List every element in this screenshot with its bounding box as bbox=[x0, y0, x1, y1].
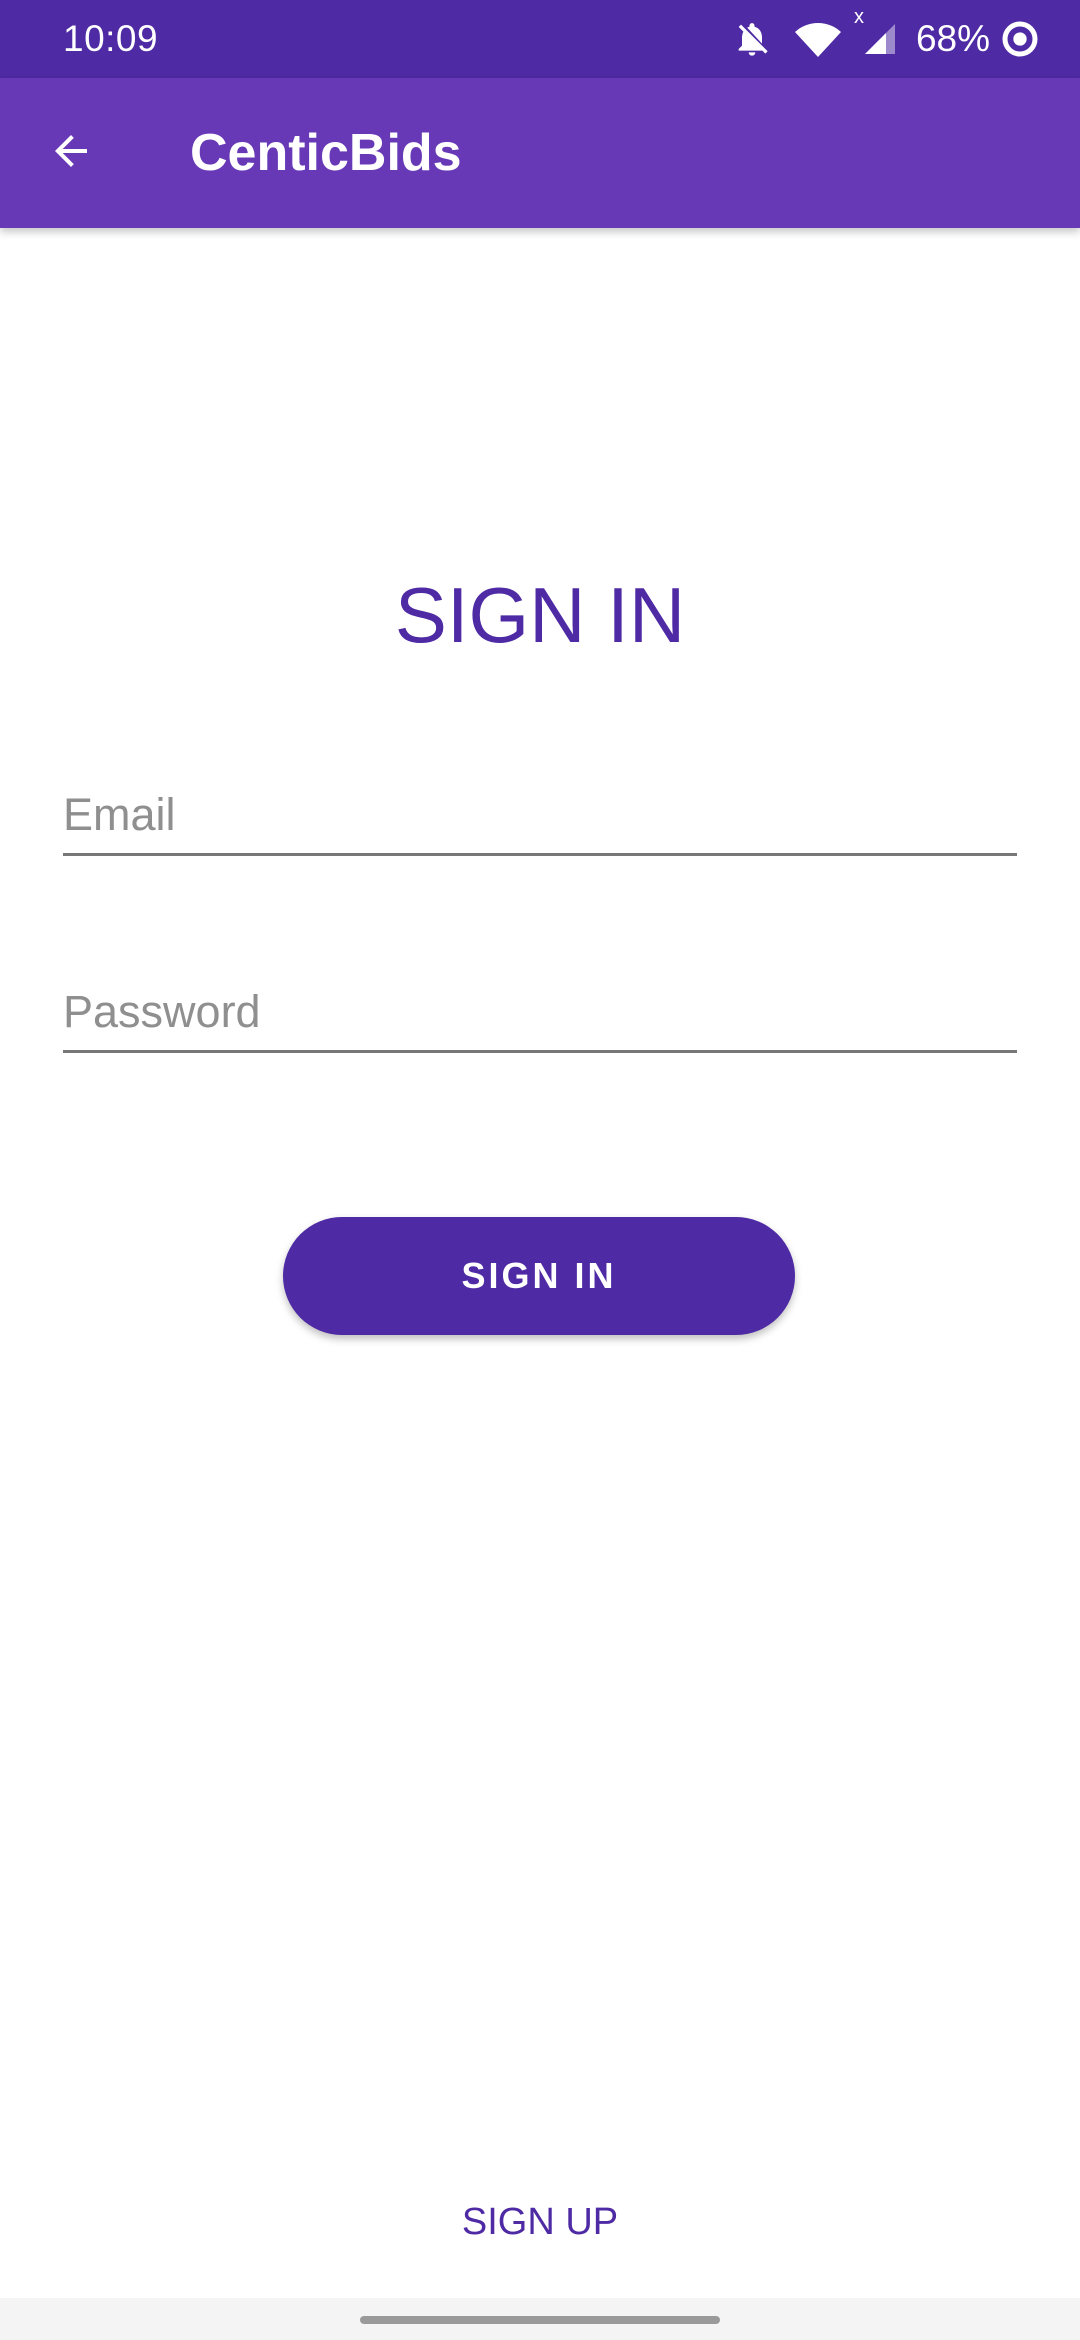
home-gesture-handle[interactable] bbox=[360, 2316, 720, 2324]
sign-in-button-label: SIGN IN bbox=[461, 1255, 617, 1296]
battery-percent: 68% bbox=[915, 18, 990, 59]
status-icons: x 68% bbox=[732, 7, 1040, 64]
password-field[interactable] bbox=[63, 984, 1017, 1040]
cell-signal-icon: x bbox=[854, 7, 898, 57]
back-button[interactable] bbox=[30, 112, 112, 194]
wifi-icon bbox=[794, 19, 842, 59]
email-field-container bbox=[63, 773, 1017, 856]
arrow-back-icon bbox=[47, 127, 95, 180]
signal-badge: x bbox=[853, 6, 864, 28]
sign-up-link[interactable]: SIGN UP bbox=[0, 2197, 1080, 2247]
battery-saver-icon bbox=[1000, 19, 1040, 59]
email-field[interactable] bbox=[63, 787, 1017, 843]
status-time: 10:09 bbox=[63, 18, 159, 59]
page-title: SIGN IN bbox=[394, 571, 686, 659]
sign-in-button[interactable]: SIGN IN bbox=[283, 1217, 795, 1335]
notifications-off-icon bbox=[732, 19, 772, 59]
app-bar: CenticBids bbox=[0, 78, 1080, 228]
navigation-bar bbox=[0, 2298, 1080, 2340]
status-bar: 10:09 x 68% bbox=[0, 0, 1080, 78]
app-title: CenticBids bbox=[190, 124, 462, 182]
password-field-container bbox=[63, 970, 1017, 1053]
